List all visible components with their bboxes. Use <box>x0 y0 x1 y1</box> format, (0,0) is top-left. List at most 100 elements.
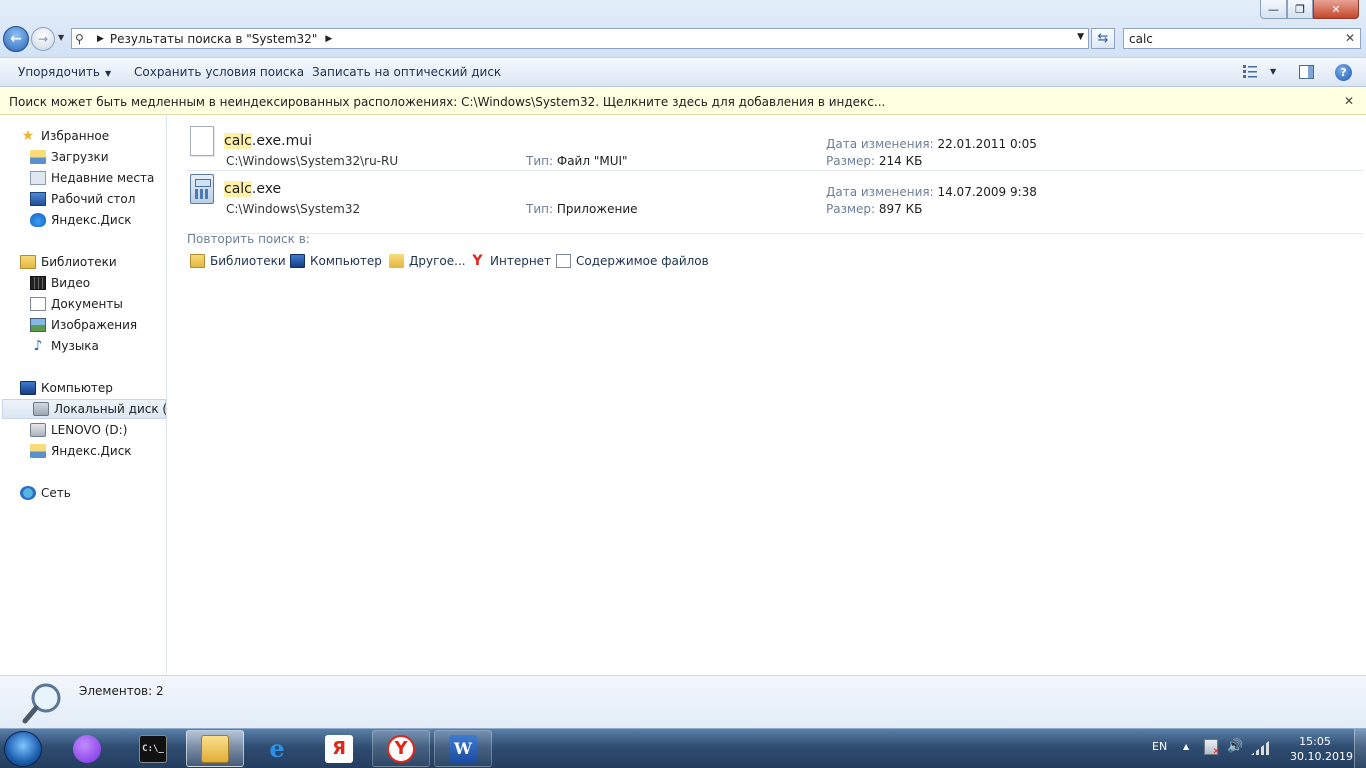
clear-search-icon[interactable]: ✕ <box>1345 31 1355 45</box>
nav-network[interactable]: Сеть <box>0 483 166 503</box>
infobar-text[interactable]: Поиск может быть медленным в неиндексиро… <box>9 95 885 109</box>
computer-icon <box>290 254 305 268</box>
taskbar-cmd[interactable]: C:\_ <box>124 730 182 767</box>
nav-images[interactable]: Изображения <box>0 315 166 335</box>
nav-recent-places[interactable]: Недавние места <box>0 168 166 188</box>
size-label: Размер: <box>826 154 876 168</box>
refresh-button[interactable]: ⇆ <box>1091 28 1115 49</box>
nav-local-disk-c[interactable]: Локальный диск (C:) <box>2 399 184 419</box>
search-again-other[interactable]: Другое... <box>389 254 466 268</box>
date-value: 22.01.2011 0:05 <box>937 137 1037 151</box>
drive-icon <box>30 423 46 437</box>
taskbar: C:\_ e Я Y W EN ▲ 🔊 15:05 30.10.2019 <box>0 728 1366 768</box>
nav-label: Избранное <box>41 129 110 143</box>
search-again-libraries[interactable]: Библиотеки <box>190 254 286 268</box>
volume-icon[interactable]: 🔊 <box>1227 739 1243 754</box>
taskbar-yandex-browser[interactable]: Y <box>372 730 430 767</box>
result-date: Дата изменения: 14.07.2009 9:38 <box>826 185 1037 199</box>
nav-favorites[interactable]: ★ Избранное <box>0 126 166 146</box>
show-desktop-button[interactable] <box>1354 729 1366 768</box>
maximize-button[interactable]: ❐ <box>1287 0 1313 19</box>
nav-label: Загрузки <box>51 150 109 164</box>
search-again-label: Повторить поиск в: <box>187 232 310 246</box>
search-box[interactable]: ✕ <box>1123 28 1361 49</box>
nav-desktop[interactable]: Рабочий стол <box>0 189 166 209</box>
save-search-button[interactable]: Сохранить условия поиска <box>134 65 304 79</box>
search-again-file-contents[interactable]: Содержимое файлов <box>556 254 709 268</box>
clock-date: 30.10.2019 <box>1290 750 1353 763</box>
breadcrumb-separator-icon[interactable]: ▶ <box>325 34 332 44</box>
type-value: Приложение <box>556 202 638 216</box>
nav-music[interactable]: ♪ Музыка <box>0 336 166 356</box>
start-button[interactable] <box>4 731 42 767</box>
desktop-icon <box>30 192 46 206</box>
search-input[interactable] <box>1124 29 1334 48</box>
nav-label: LENOVO (D:) <box>51 423 128 437</box>
view-options-icon[interactable] <box>1243 65 1257 79</box>
organize-button[interactable]: Упорядочить ▼ <box>18 65 111 79</box>
action-center-icon[interactable] <box>1204 739 1220 757</box>
chevron-down-icon: ▼ <box>58 33 65 42</box>
address-bar[interactable]: ⚲ ▶ Результаты поиска в "System32" ▶ ▼ <box>71 28 1089 49</box>
nav-yandex-disk-2[interactable]: Яндекс.Диск <box>0 441 166 461</box>
nav-documents[interactable]: Документы <box>0 294 166 314</box>
arrow-left-icon: ← <box>10 31 22 47</box>
taskbar-word[interactable]: W <box>434 730 492 767</box>
navigation-pane: ★ Избранное Загрузки Недавние места Рабоч… <box>0 116 184 675</box>
title-address-bar: — ❐ ✕ ← → ▼ ⚲ ▶ Результаты поиска в "Sys… <box>0 0 1366 57</box>
search-match-highlight: calc <box>224 133 252 149</box>
help-button[interactable]: ? <box>1335 64 1352 81</box>
taskbar-yandex[interactable]: Я <box>310 730 368 767</box>
clock[interactable]: 15:05 30.10.2019 <box>1290 734 1353 764</box>
breadcrumb-search-results[interactable]: Результаты поиска в "System32" <box>110 32 317 46</box>
internet-explorer-icon: e <box>269 734 285 763</box>
taskbar-ie[interactable]: e <box>248 730 306 767</box>
search-again-item-label: Другое... <box>409 254 466 268</box>
nav-label: Библиотеки <box>41 255 117 269</box>
infobar-close-icon[interactable]: ✕ <box>1344 94 1354 108</box>
calculator-icon <box>190 174 214 204</box>
back-button[interactable]: ← <box>3 26 29 52</box>
network-signal-icon[interactable] <box>1251 741 1269 755</box>
burn-to-disc-button[interactable]: Записать на оптический диск <box>312 65 501 79</box>
search-again-item-label: Содержимое файлов <box>576 254 709 268</box>
recent-pages-dropdown[interactable]: ▼ <box>58 33 68 43</box>
result-type: Тип: Файл "MUI" <box>526 154 628 168</box>
search-again-computer[interactable]: Компьютер <box>290 254 382 268</box>
result-path: C:\Windows\System32 <box>226 202 361 216</box>
type-value: Файл "MUI" <box>556 154 628 168</box>
result-filename: calc.exe <box>224 181 281 197</box>
view-options-dropdown-icon[interactable]: ▼ <box>1270 67 1276 76</box>
music-note-icon: ♪ <box>33 338 43 354</box>
result-item[interactable]: calc.exe.mui C:\Windows\System32\ru-RU Т… <box>186 120 1364 168</box>
date-value: 14.07.2009 9:38 <box>937 185 1037 199</box>
preview-pane-button[interactable] <box>1299 65 1314 79</box>
nav-lenovo-d[interactable]: LENOVO (D:) <box>0 420 166 440</box>
nav-label: Яндекс.Диск <box>51 213 132 227</box>
language-indicator[interactable]: EN <box>1152 740 1167 753</box>
explorer-folder-icon <box>201 734 229 763</box>
close-window-button[interactable]: ✕ <box>1313 0 1359 19</box>
nav-libraries[interactable]: Библиотеки <box>0 252 166 272</box>
forward-button[interactable]: → <box>31 27 55 51</box>
computer-icon <box>20 381 36 395</box>
nav-computer[interactable]: Компьютер <box>0 378 166 398</box>
search-again-internet[interactable]: Y Интернет <box>470 254 551 268</box>
result-filename: calc.exe.mui <box>224 133 312 149</box>
nav-label: Яндекс.Диск <box>51 444 132 458</box>
nav-yandex-disk[interactable]: Яндекс.Диск <box>0 210 166 230</box>
minimize-button[interactable]: — <box>1260 0 1287 19</box>
taskbar-explorer[interactable] <box>186 730 244 767</box>
yandex-disk-folder-icon <box>30 444 46 458</box>
yandex-disk-icon <box>30 213 46 227</box>
result-path: C:\Windows\System32\ru-RU <box>226 154 399 168</box>
taskbar-alice[interactable] <box>58 730 116 767</box>
show-hidden-icons[interactable]: ▲ <box>1183 742 1189 751</box>
nav-downloads[interactable]: Загрузки <box>0 147 166 167</box>
result-item[interactable]: calc.exe C:\Windows\System32 Тип: Прилож… <box>186 168 1364 216</box>
nav-video[interactable]: Видео <box>0 273 166 293</box>
address-dropdown-icon[interactable]: ▼ <box>1077 32 1084 42</box>
breadcrumb-separator-icon[interactable]: ▶ <box>97 34 104 44</box>
index-warning-infobar[interactable]: Поиск может быть медленным в неиндексиро… <box>0 88 1366 115</box>
video-icon <box>30 276 46 290</box>
